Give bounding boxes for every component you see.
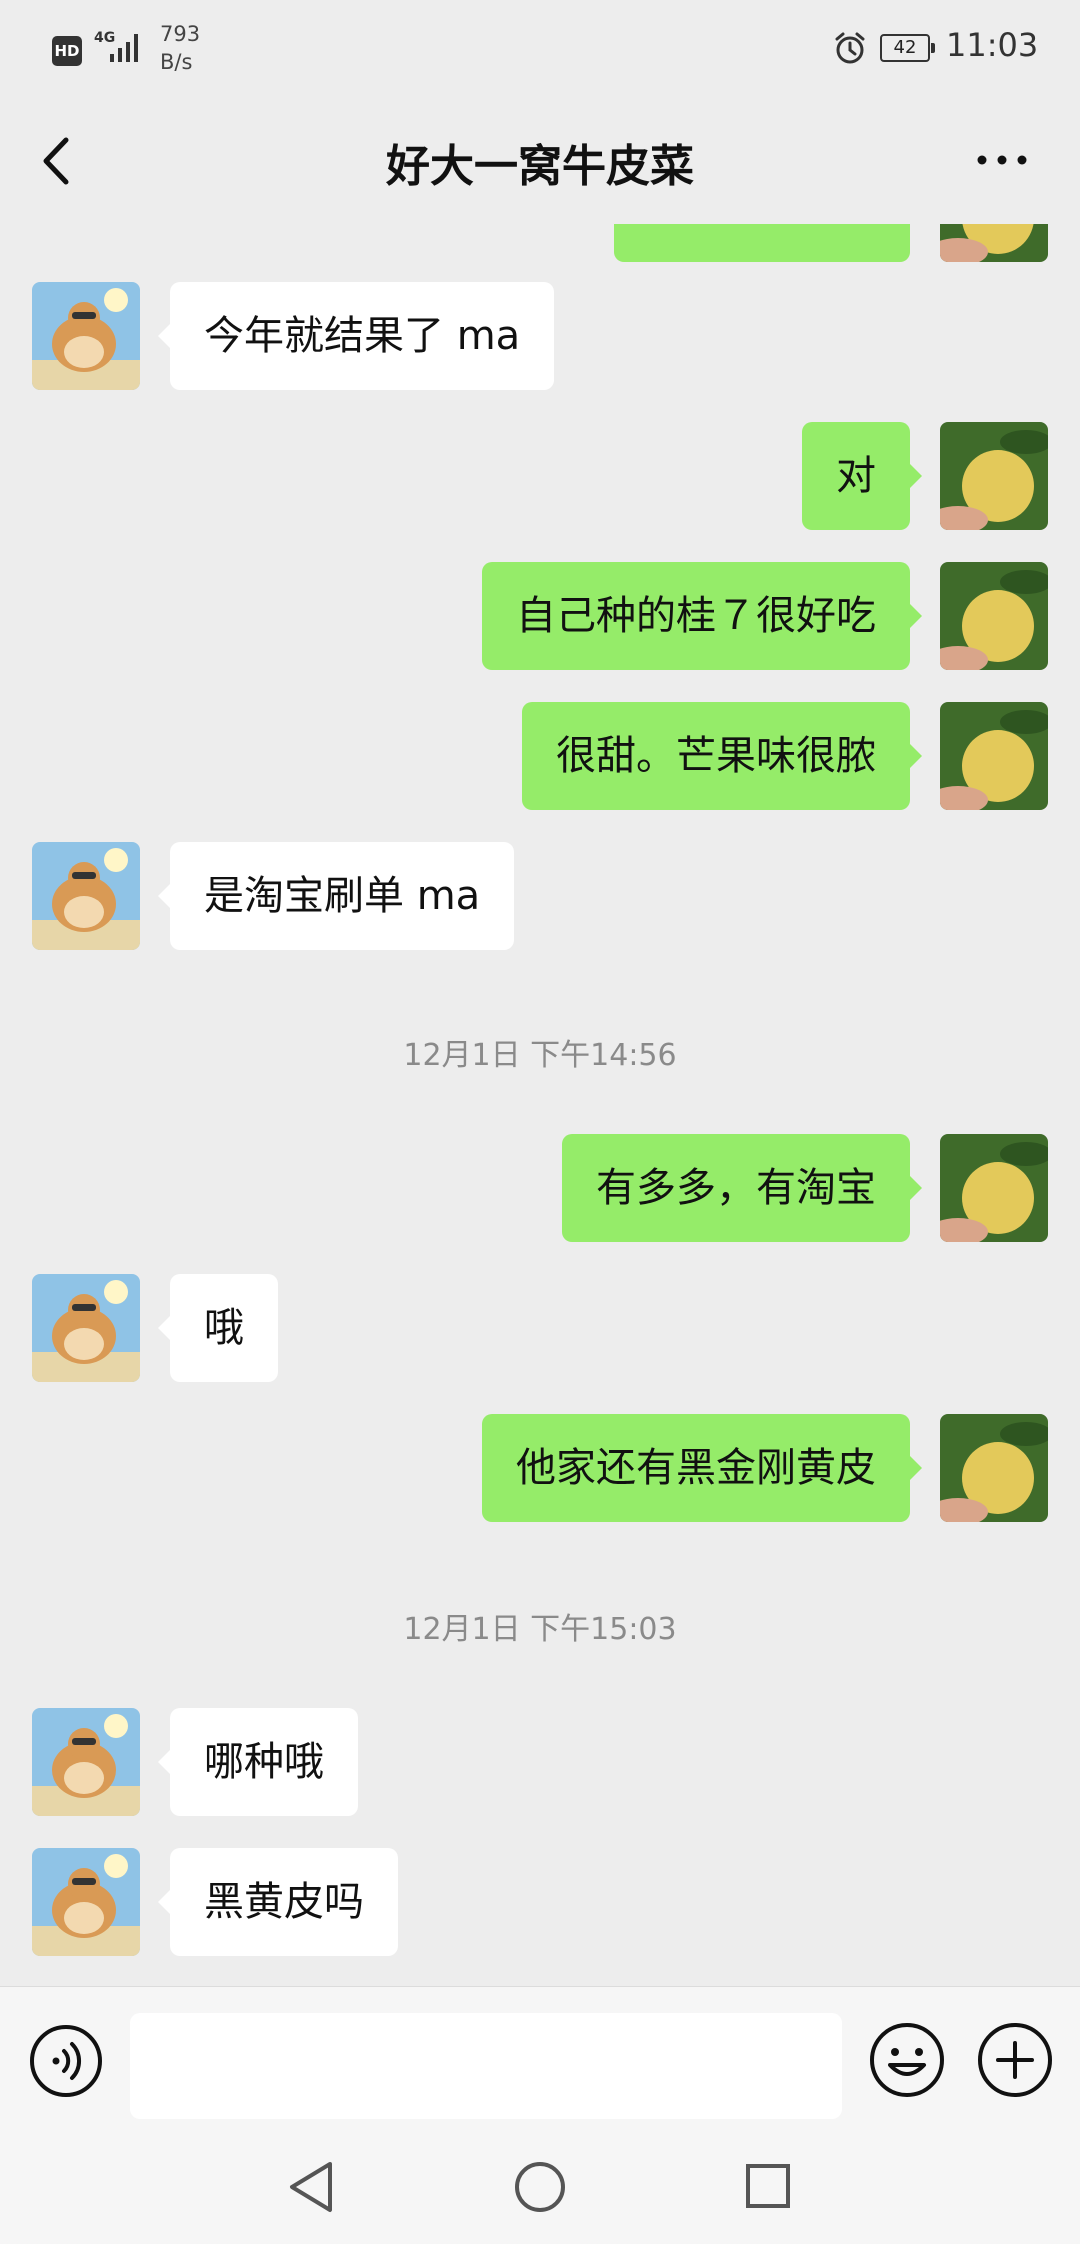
chat-header: 好大一窝牛皮菜 <box>0 96 1080 224</box>
voice-icon[interactable] <box>28 2023 104 2099</box>
message-sent: 自己种的桂７很好吃 <box>0 562 1080 672</box>
message-sent-partial <box>0 224 1080 264</box>
message-bubble[interactable]: 今年就结果了 ma <box>157 282 555 390</box>
message-bubble[interactable]: 有多多，有淘宝 <box>562 1134 922 1242</box>
message-bubble[interactable]: 很甜。芒果味很脓 <box>522 702 922 810</box>
message-bubble[interactable]: 他家还有黑金刚黄皮 <box>482 1414 922 1522</box>
battery-icon: 42 <box>880 34 935 62</box>
network-speed: 793 B/s <box>160 20 220 76</box>
my-avatar[interactable] <box>940 702 1048 810</box>
nav-recent-icon[interactable] <box>744 2160 792 2212</box>
my-avatar[interactable] <box>940 224 1048 262</box>
contact-avatar[interactable] <box>32 282 140 390</box>
contact-avatar[interactable] <box>32 842 140 950</box>
message-received: 哪种哦 <box>0 1708 1080 1818</box>
message-list[interactable]: 今年就结果了 ma 对 自己种的桂７很好吃 很甜。芒果味很脓 是淘宝刷单 ma … <box>0 224 1080 1986</box>
message-sent: 有多多，有淘宝 <box>0 1134 1080 1244</box>
status-bar: HD 4G 793 B/s 42 11:03 <box>0 0 1080 96</box>
message-received: 今年就结果了 ma <box>0 282 1080 392</box>
my-avatar[interactable] <box>940 1134 1048 1242</box>
message-bubble[interactable]: 是淘宝刷单 ma <box>157 842 515 950</box>
input-bar <box>0 1986 1080 2133</box>
system-nav-bar <box>0 2132 1080 2244</box>
message-bubble[interactable]: 黑黄皮吗 <box>158 1848 398 1956</box>
contact-avatar[interactable] <box>32 1274 140 1382</box>
chat-title: 好大一窝牛皮菜 <box>386 141 694 192</box>
message-received: 哦 <box>0 1274 1080 1384</box>
hd-icon: HD <box>52 36 82 66</box>
contact-avatar[interactable] <box>32 1848 140 1956</box>
status-time: 11:03 <box>946 26 1039 64</box>
my-avatar[interactable] <box>940 422 1048 530</box>
signal-icon <box>110 34 138 62</box>
nav-back-icon[interactable] <box>284 2158 340 2216</box>
network-speed-value: 793 <box>160 22 201 46</box>
my-avatar[interactable] <box>940 1414 1048 1522</box>
message-bubble[interactable]: 哦 <box>158 1274 278 1382</box>
message-received: 黑黄皮吗 <box>0 1848 1080 1958</box>
message-bubble[interactable]: 哪种哦 <box>158 1708 358 1816</box>
message-bubble[interactable]: 对 <box>802 422 922 530</box>
message-bubble[interactable] <box>614 224 910 262</box>
plus-icon[interactable] <box>976 2021 1054 2099</box>
emoji-icon[interactable] <box>868 2021 946 2099</box>
message-bubble[interactable]: 自己种的桂７很好吃 <box>482 562 922 670</box>
message-sent: 很甜。芒果味很脓 <box>0 702 1080 812</box>
message-timestamp: 12月1日 下午14:56 <box>403 1038 677 1073</box>
message-sent: 对 <box>0 422 1080 532</box>
more-options-icon[interactable] <box>974 150 1030 170</box>
message-sent: 他家还有黑金刚黄皮 <box>0 1414 1080 1524</box>
message-received: 是淘宝刷单 ma <box>0 842 1080 952</box>
message-input[interactable] <box>130 2013 842 2119</box>
alarm-icon <box>835 32 865 64</box>
message-timestamp: 12月1日 下午15:03 <box>403 1612 677 1647</box>
my-avatar[interactable] <box>940 562 1048 670</box>
nav-home-icon[interactable] <box>512 2158 568 2216</box>
contact-avatar[interactable] <box>32 1708 140 1816</box>
network-speed-unit: B/s <box>160 50 193 74</box>
